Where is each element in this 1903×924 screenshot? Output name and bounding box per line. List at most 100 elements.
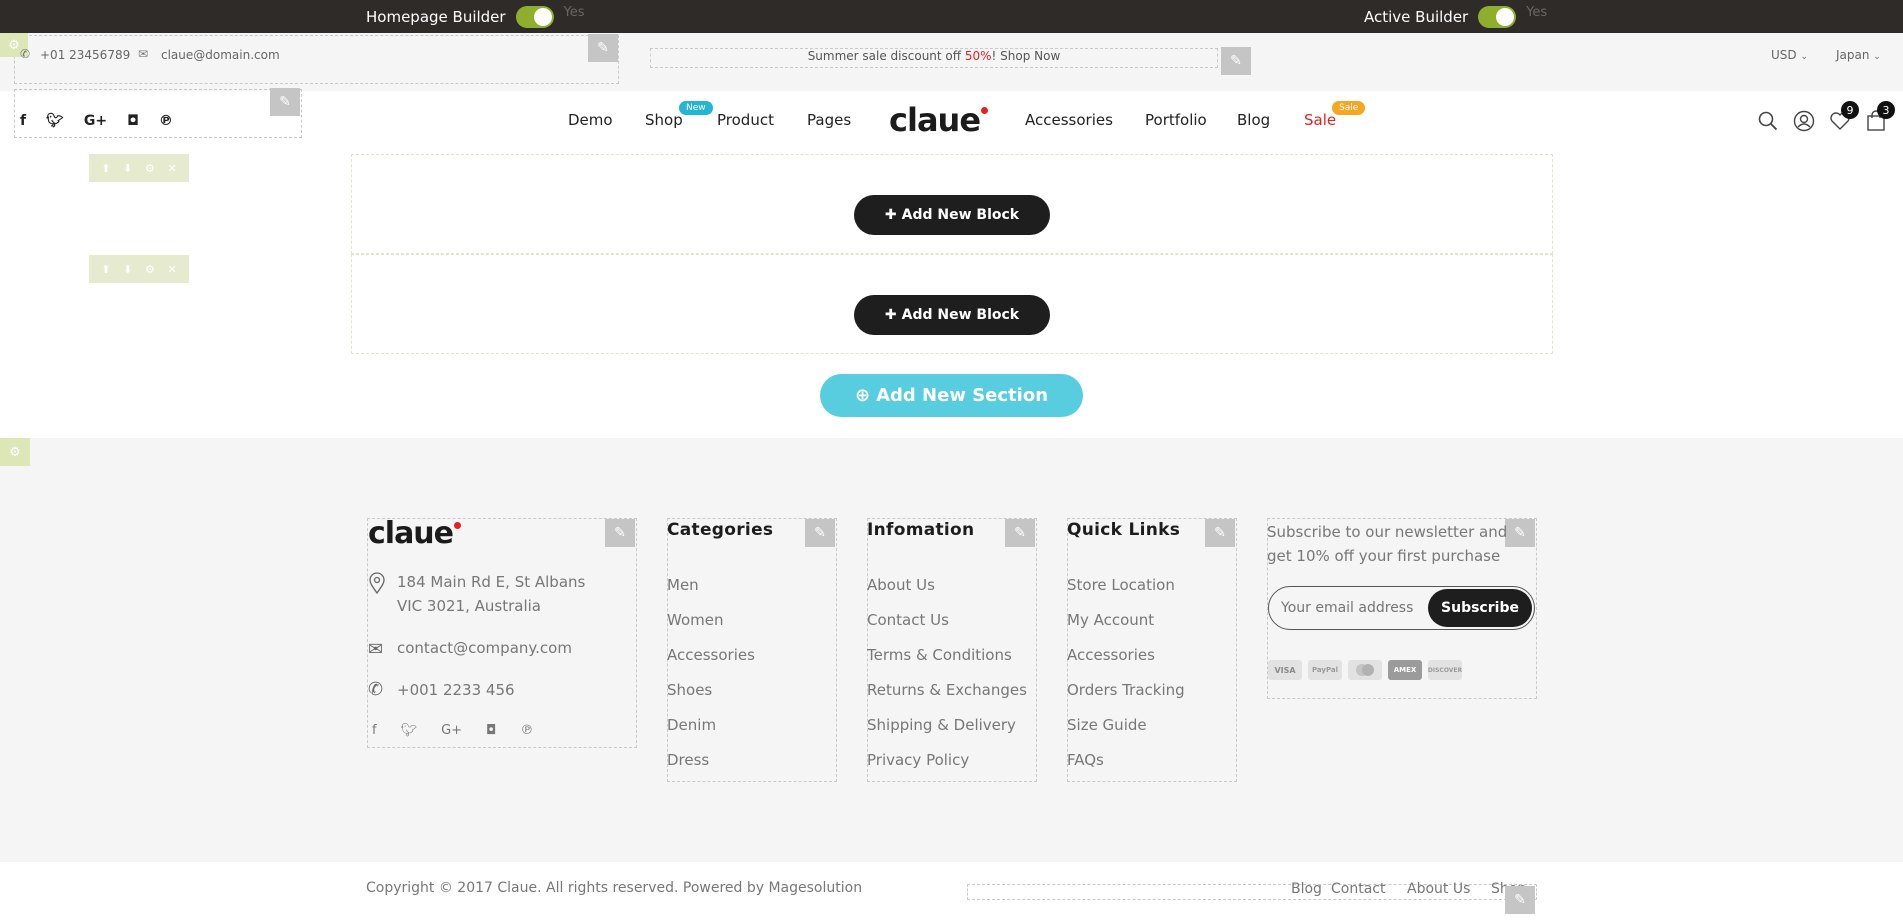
subscribe-button[interactable]: Subscribe bbox=[1428, 589, 1532, 627]
nav-shop[interactable]: Shop bbox=[645, 111, 683, 129]
facebook-icon[interactable]: f bbox=[372, 723, 377, 738]
category-link[interactable]: Men bbox=[667, 576, 699, 594]
category-link[interactable]: Accessories bbox=[667, 646, 755, 664]
edit-social-icon[interactable]: ✎ bbox=[270, 88, 300, 116]
information-link[interactable]: Contact Us bbox=[867, 611, 949, 629]
nav-portfolio[interactable]: Portfolio bbox=[1145, 111, 1207, 129]
phone-icon: ✆ bbox=[20, 47, 31, 61]
topbar-email[interactable]: claue@domain.com bbox=[161, 48, 280, 62]
logo-dot bbox=[454, 522, 462, 529]
footer-logo: claue bbox=[368, 517, 462, 551]
quicklink[interactable]: FAQs bbox=[1067, 751, 1104, 769]
currency-select[interactable]: USD ⌄ bbox=[1771, 48, 1808, 62]
twitter-icon[interactable]: 🐦︎ bbox=[401, 723, 418, 738]
close-icon[interactable]: ✕ bbox=[167, 263, 176, 276]
visa-icon: VISA bbox=[1268, 660, 1302, 680]
discover-icon: DISCOVER bbox=[1428, 660, 1462, 680]
language-select[interactable]: Japan ⌄ bbox=[1836, 48, 1881, 62]
nav-pages[interactable]: Pages bbox=[807, 111, 851, 129]
edit-footer-info-icon[interactable]: ✎ bbox=[605, 519, 635, 547]
add-new-section-button[interactable]: ⊕ Add New Section bbox=[820, 374, 1083, 417]
move-up-icon[interactable]: ⬆ bbox=[101, 263, 110, 276]
google-plus-icon[interactable]: G+ bbox=[84, 113, 107, 129]
account-icon[interactable] bbox=[1792, 109, 1816, 133]
copyright-bar: Copyright © 2017 Claue. All rights reser… bbox=[0, 862, 1903, 924]
phone-icon: ✆ bbox=[368, 679, 384, 700]
mail-icon: ✉ bbox=[138, 47, 149, 61]
bottom-link-contact[interactable]: Contact bbox=[1331, 881, 1385, 897]
quicklink[interactable]: Orders Tracking bbox=[1067, 681, 1185, 699]
nav-sale[interactable]: Sale bbox=[1304, 111, 1336, 129]
pinterest-icon[interactable]: ℗ bbox=[159, 113, 173, 129]
nav-product[interactable]: Product bbox=[717, 111, 774, 129]
edit-information-icon[interactable]: ✎ bbox=[1005, 519, 1035, 547]
gear-icon[interactable]: ⚙ bbox=[145, 263, 155, 276]
plus-icon: ✚ bbox=[884, 307, 897, 323]
information-link[interactable]: Shipping & Delivery bbox=[867, 716, 1016, 734]
category-link[interactable]: Shoes bbox=[667, 681, 712, 699]
move-up-icon[interactable]: ⬆ bbox=[101, 162, 110, 175]
bottom-link-about[interactable]: About Us bbox=[1407, 881, 1470, 897]
category-link[interactable]: Denim bbox=[667, 716, 716, 734]
promo-shop-now-link[interactable]: ! Shop Now bbox=[992, 49, 1061, 63]
information-title: Infomation bbox=[867, 520, 975, 540]
homepage-builder-toggle[interactable] bbox=[515, 5, 554, 28]
quicklink[interactable]: My Account bbox=[1067, 611, 1154, 629]
wishlist-count: 9 bbox=[1841, 101, 1859, 119]
information-link[interactable]: Returns & Exchanges bbox=[867, 681, 1027, 699]
quicklink[interactable]: Store Location bbox=[1067, 576, 1175, 594]
nav-accessories[interactable]: Accessories bbox=[1025, 111, 1113, 129]
edit-quicklinks-icon[interactable]: ✎ bbox=[1205, 519, 1235, 547]
add-block-label: Add New Block bbox=[901, 207, 1020, 223]
add-new-block-button[interactable]: ✚ Add New Block bbox=[854, 195, 1050, 235]
close-icon[interactable]: ✕ bbox=[167, 162, 176, 175]
twitter-icon[interactable]: 🐦︎ bbox=[46, 113, 64, 129]
header-logo[interactable]: claue bbox=[889, 102, 989, 138]
move-down-icon[interactable]: ⬇ bbox=[123, 162, 132, 175]
instagram-icon[interactable]: ◘ bbox=[127, 113, 139, 129]
active-builder-toggle[interactable] bbox=[1478, 5, 1517, 28]
instagram-icon[interactable]: ◘ bbox=[486, 723, 496, 738]
information-link[interactable]: Privacy Policy bbox=[867, 751, 969, 769]
edit-contact-icon[interactable]: ✎ bbox=[588, 34, 618, 62]
quicklink[interactable]: Accessories bbox=[1067, 646, 1155, 664]
active-builder-label: Active Builder bbox=[1364, 7, 1469, 26]
information-link[interactable]: Terms & Conditions bbox=[867, 646, 1012, 664]
chevron-down-icon: ⌄ bbox=[1800, 52, 1809, 62]
facebook-icon[interactable]: f bbox=[20, 113, 26, 129]
search-icon[interactable] bbox=[1756, 109, 1780, 133]
google-plus-icon[interactable]: G+ bbox=[441, 723, 462, 738]
language-value: Japan bbox=[1836, 48, 1870, 62]
edit-categories-icon[interactable]: ✎ bbox=[805, 519, 835, 547]
new-badge: New bbox=[679, 101, 713, 115]
nav-demo[interactable]: Demo bbox=[568, 111, 613, 129]
homepage-builder-state: Yes bbox=[563, 5, 585, 20]
homepage-builder-toggle-group: Homepage Builder Yes bbox=[366, 0, 585, 33]
edit-promo-icon[interactable]: ✎ bbox=[1221, 47, 1251, 75]
chevron-down-icon: ⌄ bbox=[1873, 52, 1881, 62]
logo-dot bbox=[981, 107, 989, 114]
information-link[interactable]: About Us bbox=[867, 576, 935, 594]
move-down-icon[interactable]: ⬇ bbox=[123, 263, 132, 276]
footer: ⚙ ✎ claue 184 Main Rd E, St Albans VIC 3… bbox=[0, 438, 1903, 862]
footer-phone: +001 2233 456 bbox=[397, 681, 515, 699]
row-tools-1: ⬆ ⬇ ⚙ ✕ bbox=[89, 154, 189, 182]
footer-info-outline bbox=[367, 518, 637, 748]
active-builder-state: Yes bbox=[1526, 5, 1548, 20]
amex-icon: AMEX bbox=[1388, 660, 1422, 680]
category-link[interactable]: Dress bbox=[667, 751, 709, 769]
category-link[interactable]: Women bbox=[667, 611, 723, 629]
email-field[interactable] bbox=[1281, 597, 1426, 619]
envelope-icon: ✉ bbox=[368, 639, 384, 660]
promo-label: Summer sale discount off bbox=[807, 49, 965, 63]
bottom-link-blog[interactable]: Blog bbox=[1291, 881, 1322, 897]
nav-blog[interactable]: Blog bbox=[1237, 111, 1270, 129]
pinterest-icon[interactable]: ℗ bbox=[520, 723, 533, 738]
footer-gear-icon[interactable]: ⚙ bbox=[0, 438, 30, 466]
quicklink[interactable]: Size Guide bbox=[1067, 716, 1147, 734]
footer-email[interactable]: contact@company.com bbox=[397, 639, 572, 657]
edit-bottom-links-icon[interactable]: ✎ bbox=[1505, 886, 1535, 914]
gear-icon[interactable]: ⚙ bbox=[145, 162, 155, 175]
newsletter-form: Subscribe bbox=[1268, 586, 1535, 630]
add-new-block-button[interactable]: ✚ Add New Block bbox=[854, 295, 1050, 335]
